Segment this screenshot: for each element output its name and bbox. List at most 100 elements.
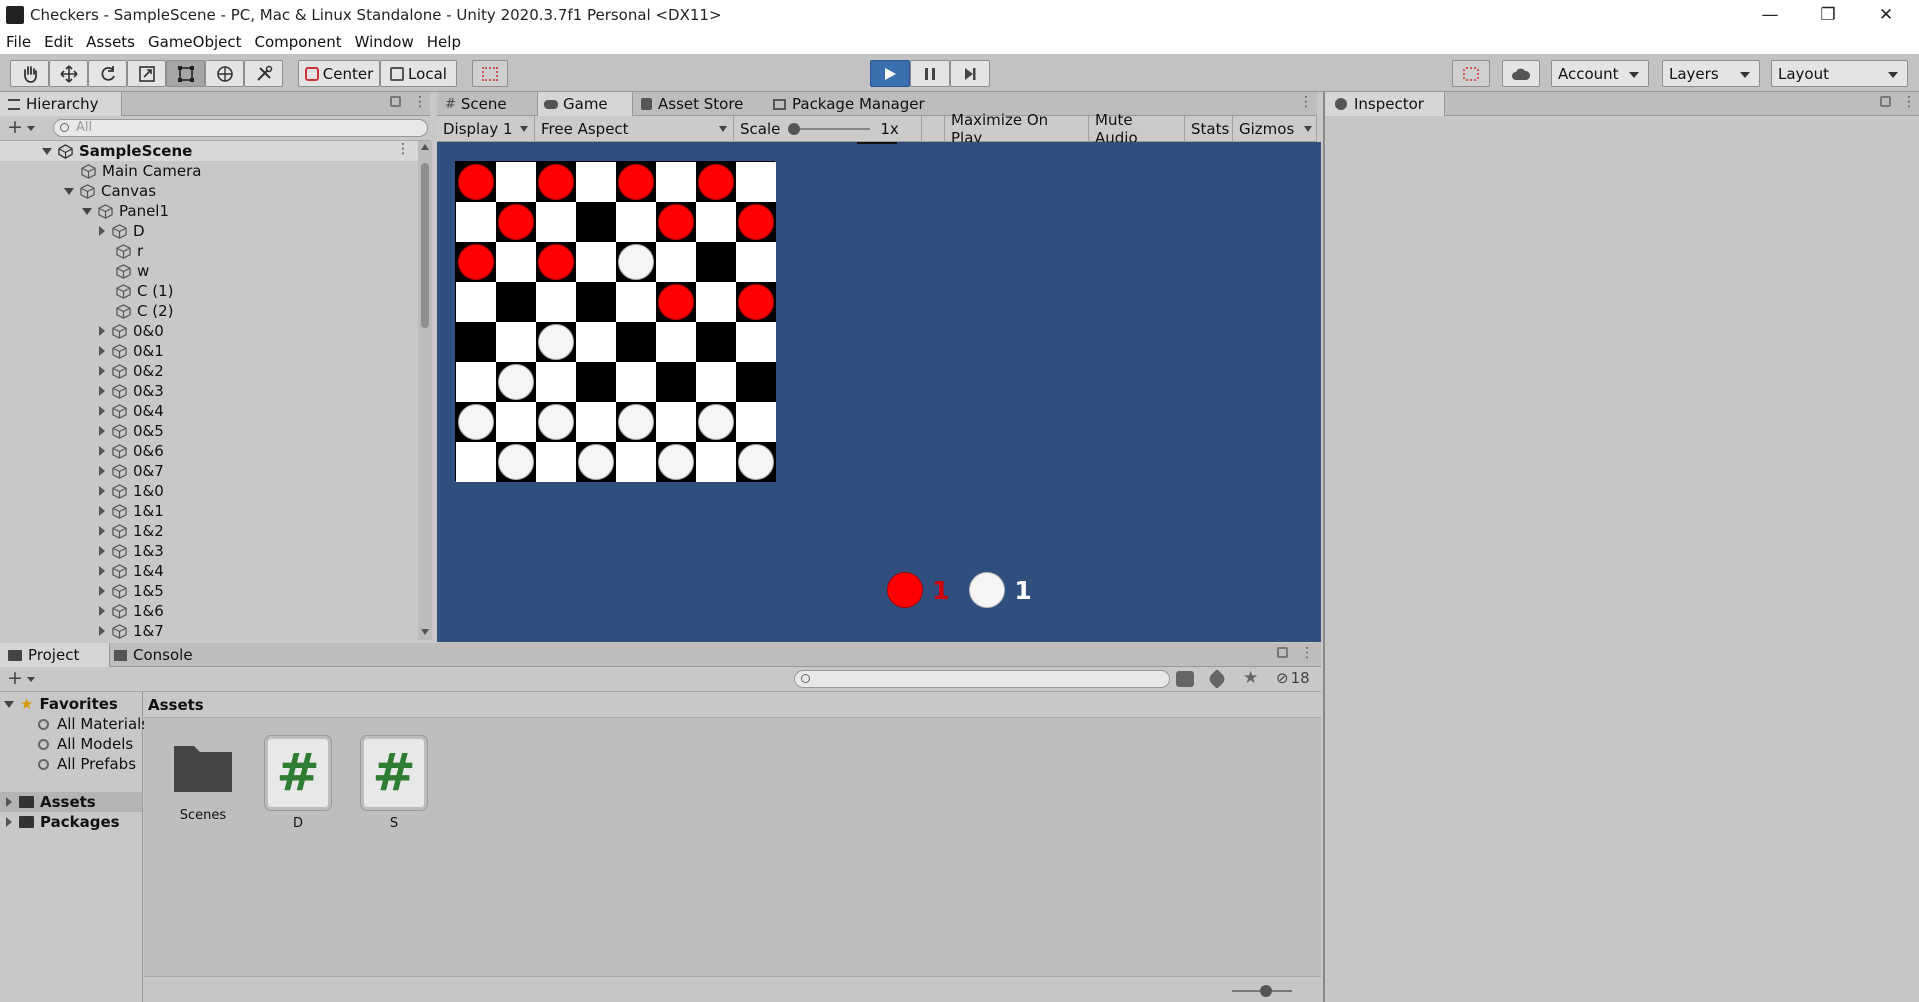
create-dropdown-icon[interactable] <box>27 126 35 131</box>
red-checker-piece[interactable] <box>658 204 694 240</box>
board-square[interactable] <box>496 362 536 402</box>
tab-game[interactable]: Game <box>537 92 633 116</box>
hierarchy-row[interactable]: 1&4 <box>99 561 164 581</box>
step-button[interactable] <box>950 60 990 87</box>
collapse-arrow-icon[interactable] <box>99 226 105 236</box>
collapse-arrow-icon[interactable] <box>99 466 105 476</box>
mute-audio-toggle[interactable]: Mute Audio <box>1089 111 1185 147</box>
scroll-up-icon[interactable] <box>421 144 429 150</box>
board-square[interactable] <box>696 162 736 202</box>
menu-gameobject[interactable]: GameObject <box>148 33 242 51</box>
board-square[interactable] <box>456 322 496 362</box>
hierarchy-row[interactable]: 1&2 <box>99 521 164 541</box>
account-dropdown[interactable]: Account <box>1551 60 1649 87</box>
kebab-menu-icon[interactable]: ⋮ <box>1300 645 1314 661</box>
collapse-arrow-icon[interactable] <box>99 586 105 596</box>
board-square[interactable] <box>576 162 616 202</box>
hierarchy-scrollbar[interactable] <box>418 141 432 640</box>
hierarchy-row[interactable]: Main Camera <box>64 161 201 181</box>
collapse-arrow-icon[interactable] <box>99 326 105 336</box>
restore-button[interactable]: ❐ <box>1799 0 1857 29</box>
board-square[interactable] <box>496 202 536 242</box>
maximize-on-play-toggle[interactable]: Maximize On Play <box>944 111 1089 147</box>
board-square[interactable] <box>736 442 776 482</box>
board-square[interactable] <box>696 402 736 442</box>
expand-arrow-icon[interactable] <box>42 147 52 155</box>
menu-window[interactable]: Window <box>355 33 414 51</box>
tab-inspector[interactable]: Inspector <box>1325 92 1445 116</box>
hierarchy-row[interactable]: Panel1 <box>82 201 169 221</box>
fav-all-models[interactable]: All Models <box>38 734 133 754</box>
tab-project[interactable]: Project <box>0 643 110 667</box>
collapse-arrow-icon[interactable] <box>6 817 12 827</box>
board-square[interactable] <box>496 162 536 202</box>
menu-file[interactable]: File <box>6 33 31 51</box>
expand-arrow-icon[interactable] <box>64 187 74 195</box>
create-plus-icon[interactable]: + <box>7 116 23 138</box>
scale-thumb[interactable] <box>788 123 801 135</box>
menu-assets[interactable]: Assets <box>86 33 135 51</box>
hierarchy-scroll-thumb[interactable] <box>421 163 429 328</box>
kebab-menu-icon[interactable]: ⋮ <box>1902 94 1916 110</box>
collapse-arrow-icon[interactable] <box>99 386 105 396</box>
board-square[interactable] <box>456 402 496 442</box>
packages-root-row[interactable]: Packages <box>6 812 120 832</box>
hierarchy-row[interactable]: 0&4 <box>99 401 164 421</box>
hierarchy-row[interactable]: Canvas <box>64 181 156 201</box>
rect-tool-button[interactable] <box>166 60 205 87</box>
rotate-tool-button[interactable] <box>88 60 127 87</box>
move-tool-button[interactable] <box>49 60 88 87</box>
expand-arrow-icon[interactable] <box>82 207 92 215</box>
hierarchy-row[interactable]: 1&0 <box>99 481 164 501</box>
board-square[interactable] <box>696 242 736 282</box>
expand-arrow-icon[interactable] <box>4 700 14 708</box>
create-dropdown-icon[interactable] <box>27 677 35 682</box>
board-square[interactable] <box>736 322 776 362</box>
board-square[interactable] <box>696 362 736 402</box>
search-by-type-icon[interactable] <box>1176 671 1194 687</box>
board-square[interactable] <box>536 402 576 442</box>
tab-hierarchy[interactable]: Hierarchy <box>0 92 122 116</box>
board-square[interactable] <box>616 362 656 402</box>
board-square[interactable] <box>736 202 776 242</box>
red-checker-piece[interactable] <box>738 284 774 320</box>
board-square[interactable] <box>456 242 496 282</box>
board-square[interactable] <box>616 442 656 482</box>
hidden-packages-toggle[interactable]: ⊘ 18 <box>1276 669 1310 687</box>
board-square[interactable] <box>656 282 696 322</box>
board-square[interactable] <box>496 402 536 442</box>
hierarchy-row[interactable]: D <box>99 221 145 241</box>
red-checker-piece[interactable] <box>538 244 574 280</box>
hand-tool-button[interactable] <box>10 60 49 87</box>
cloud-button[interactable] <box>1502 60 1540 87</box>
transform-tool-button[interactable] <box>205 60 244 87</box>
collapse-arrow-icon[interactable] <box>99 546 105 556</box>
collapse-arrow-icon[interactable] <box>99 406 105 416</box>
tab-scene[interactable]: # Scene <box>441 92 537 116</box>
fav-all-prefabs[interactable]: All Prefabs <box>38 754 136 774</box>
scene-menu-icon[interactable]: ⋮ <box>396 141 410 157</box>
board-square[interactable] <box>616 162 656 202</box>
white-checker-piece[interactable] <box>498 444 534 480</box>
scroll-down-icon[interactable] <box>421 629 429 635</box>
lock-icon[interactable] <box>390 96 401 107</box>
board-square[interactable] <box>536 242 576 282</box>
board-square[interactable] <box>696 442 736 482</box>
board-square[interactable] <box>616 242 656 282</box>
board-square[interactable] <box>536 362 576 402</box>
layers-dropdown[interactable]: Layers <box>1662 60 1760 87</box>
project-search-input[interactable] <box>794 670 1170 688</box>
scale-track[interactable] <box>788 123 871 135</box>
board-square[interactable] <box>656 162 696 202</box>
create-plus-icon[interactable]: + <box>7 667 23 689</box>
collapse-arrow-icon[interactable] <box>99 366 105 376</box>
board-square[interactable] <box>696 322 736 362</box>
hierarchy-row[interactable]: 1&6 <box>99 601 164 621</box>
tab-asset-store[interactable]: Asset Store <box>639 92 769 116</box>
menu-component[interactable]: Component <box>255 33 342 51</box>
white-checker-piece[interactable] <box>618 404 654 440</box>
tab-console[interactable]: Console <box>112 643 222 667</box>
board-square[interactable] <box>456 162 496 202</box>
red-checker-piece[interactable] <box>498 204 534 240</box>
hierarchy-row[interactable]: 0&2 <box>99 361 164 381</box>
